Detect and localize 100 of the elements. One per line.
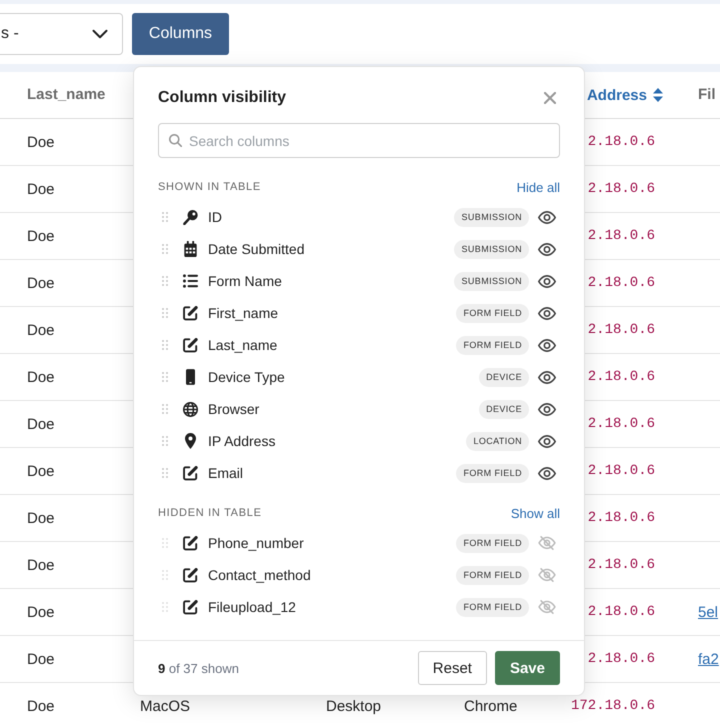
table-cell: Doe [27, 416, 55, 432]
column-name: Fileupload_12 [208, 599, 297, 615]
category-badge: FORM FIELD [456, 464, 529, 482]
column-name: Contact_method [208, 567, 312, 583]
eye-slash-icon[interactable] [538, 600, 556, 614]
table-cell: 2.18.0.6 [588, 651, 655, 667]
category-badge: SUBMISSION [454, 240, 529, 258]
drag-handle-icon[interactable] [162, 570, 168, 580]
drag-handle-icon[interactable] [162, 372, 168, 382]
eye-icon[interactable] [538, 210, 556, 224]
drag-handle-icon[interactable] [162, 602, 168, 612]
section-link[interactable]: Hide all [516, 180, 560, 194]
edit-icon [182, 466, 198, 480]
column-name: Browser [208, 401, 260, 417]
category-badge: FORM FIELD [456, 566, 529, 584]
table-cell: 2.18.0.6 [588, 228, 655, 244]
table-cell: Doe [27, 510, 55, 526]
table-cell: 2.18.0.6 [588, 463, 655, 479]
eye-icon[interactable] [538, 242, 556, 256]
drag-handle-icon[interactable] [162, 538, 168, 548]
table-cell: 2.18.0.6 [588, 510, 655, 526]
table-cell: 2.18.0.6 [588, 134, 655, 150]
table-cell: Doe [27, 604, 55, 620]
search-field[interactable]: Search columns [158, 123, 560, 158]
edit-icon [182, 568, 198, 582]
column-name: Form Name [208, 273, 283, 289]
table-cell: 2.18.0.6 [588, 275, 655, 291]
close-icon[interactable] [544, 92, 556, 104]
section-link[interactable]: Show all [510, 506, 560, 520]
category-badge: FORM FIELD [456, 534, 529, 552]
table-cell: Doe [27, 462, 55, 480]
eye-icon[interactable] [538, 466, 556, 480]
drag-handle-icon[interactable] [162, 244, 168, 254]
category-badge: SUBMISSION [454, 208, 529, 226]
column-name: First_name [208, 305, 280, 321]
table-cell: 2.18.0.6 [588, 181, 655, 197]
table-cell: Doe [27, 368, 55, 386]
key-icon [182, 210, 198, 224]
table-cell: Doe [27, 180, 55, 198]
drag-handle-icon[interactable] [162, 340, 168, 350]
table-cell: Desktop [326, 698, 382, 714]
drag-handle-icon[interactable] [162, 308, 168, 318]
filter-select[interactable]: s - [0, 13, 123, 55]
column-name: IP Address [208, 433, 276, 449]
column-header[interactable]: Address [586, 86, 663, 104]
eye-icon[interactable] [538, 402, 556, 416]
drag-handle-icon[interactable] [162, 468, 168, 478]
column-name: Date Submitted [208, 241, 306, 257]
edit-icon [182, 536, 198, 550]
column-header[interactable]: Fil [698, 86, 716, 103]
edit-icon [182, 338, 198, 352]
drag-handle-icon[interactable] [162, 212, 168, 222]
eye-slash-icon[interactable] [538, 568, 556, 582]
eye-icon[interactable] [538, 370, 556, 384]
save-button[interactable]: Save [494, 651, 560, 685]
table-cell: Doe [27, 322, 55, 338]
table-cell: Chrome [464, 698, 518, 714]
drag-handle-icon[interactable] [162, 404, 168, 414]
shown-count: 9 of 37 shown [158, 660, 240, 676]
category-badge: FORM FIELD [456, 304, 529, 322]
table-cell: Doe [27, 274, 55, 292]
edit-icon [182, 600, 198, 614]
column-name: Phone_number [208, 535, 305, 551]
file-link[interactable]: fa2 [698, 650, 719, 668]
table-cell: 2.18.0.6 [588, 416, 655, 432]
table-cell: Doe [27, 698, 55, 714]
column-name: Device Type [208, 369, 286, 385]
file-link[interactable]: 5el [698, 604, 718, 620]
category-badge: LOCATION [466, 432, 529, 450]
column-name: Last_name [208, 337, 278, 353]
map-pin-icon [184, 433, 196, 449]
section-heading: HIDDEN IN TABLE [158, 507, 262, 519]
section-heading: SHOWN IN TABLE [158, 181, 261, 193]
table-cell: 2.18.0.6 [588, 557, 655, 573]
eye-icon[interactable] [538, 274, 556, 288]
drag-handle-icon[interactable] [162, 276, 168, 286]
globe-icon [182, 402, 198, 416]
table-cell: MacOS [140, 698, 190, 714]
panel-title: Column visibility [158, 89, 286, 107]
category-badge: FORM FIELD [456, 336, 529, 354]
category-badge: FORM FIELD [456, 598, 529, 616]
list-icon [182, 274, 198, 288]
chevron-down-icon [92, 29, 108, 39]
column-name: Email [208, 465, 244, 481]
edit-icon [182, 306, 198, 320]
eye-icon[interactable] [538, 338, 556, 352]
eye-slash-icon[interactable] [538, 536, 556, 550]
calendar-icon [184, 241, 196, 257]
column-header[interactable]: Last_name [27, 86, 106, 103]
drag-handle-icon[interactable] [162, 436, 168, 446]
table-cell: Doe [27, 556, 55, 574]
reset-button[interactable]: Reset [418, 651, 487, 685]
column-name: ID [208, 209, 223, 225]
table-cell: 2.18.0.6 [588, 322, 655, 338]
table-cell: Doe [27, 650, 55, 668]
table-cell: 2.18.0.6 [588, 604, 655, 620]
eye-icon[interactable] [538, 434, 556, 448]
columns-button[interactable]: Columns [132, 13, 229, 55]
eye-icon[interactable] [538, 306, 556, 320]
phone-icon [186, 369, 194, 385]
